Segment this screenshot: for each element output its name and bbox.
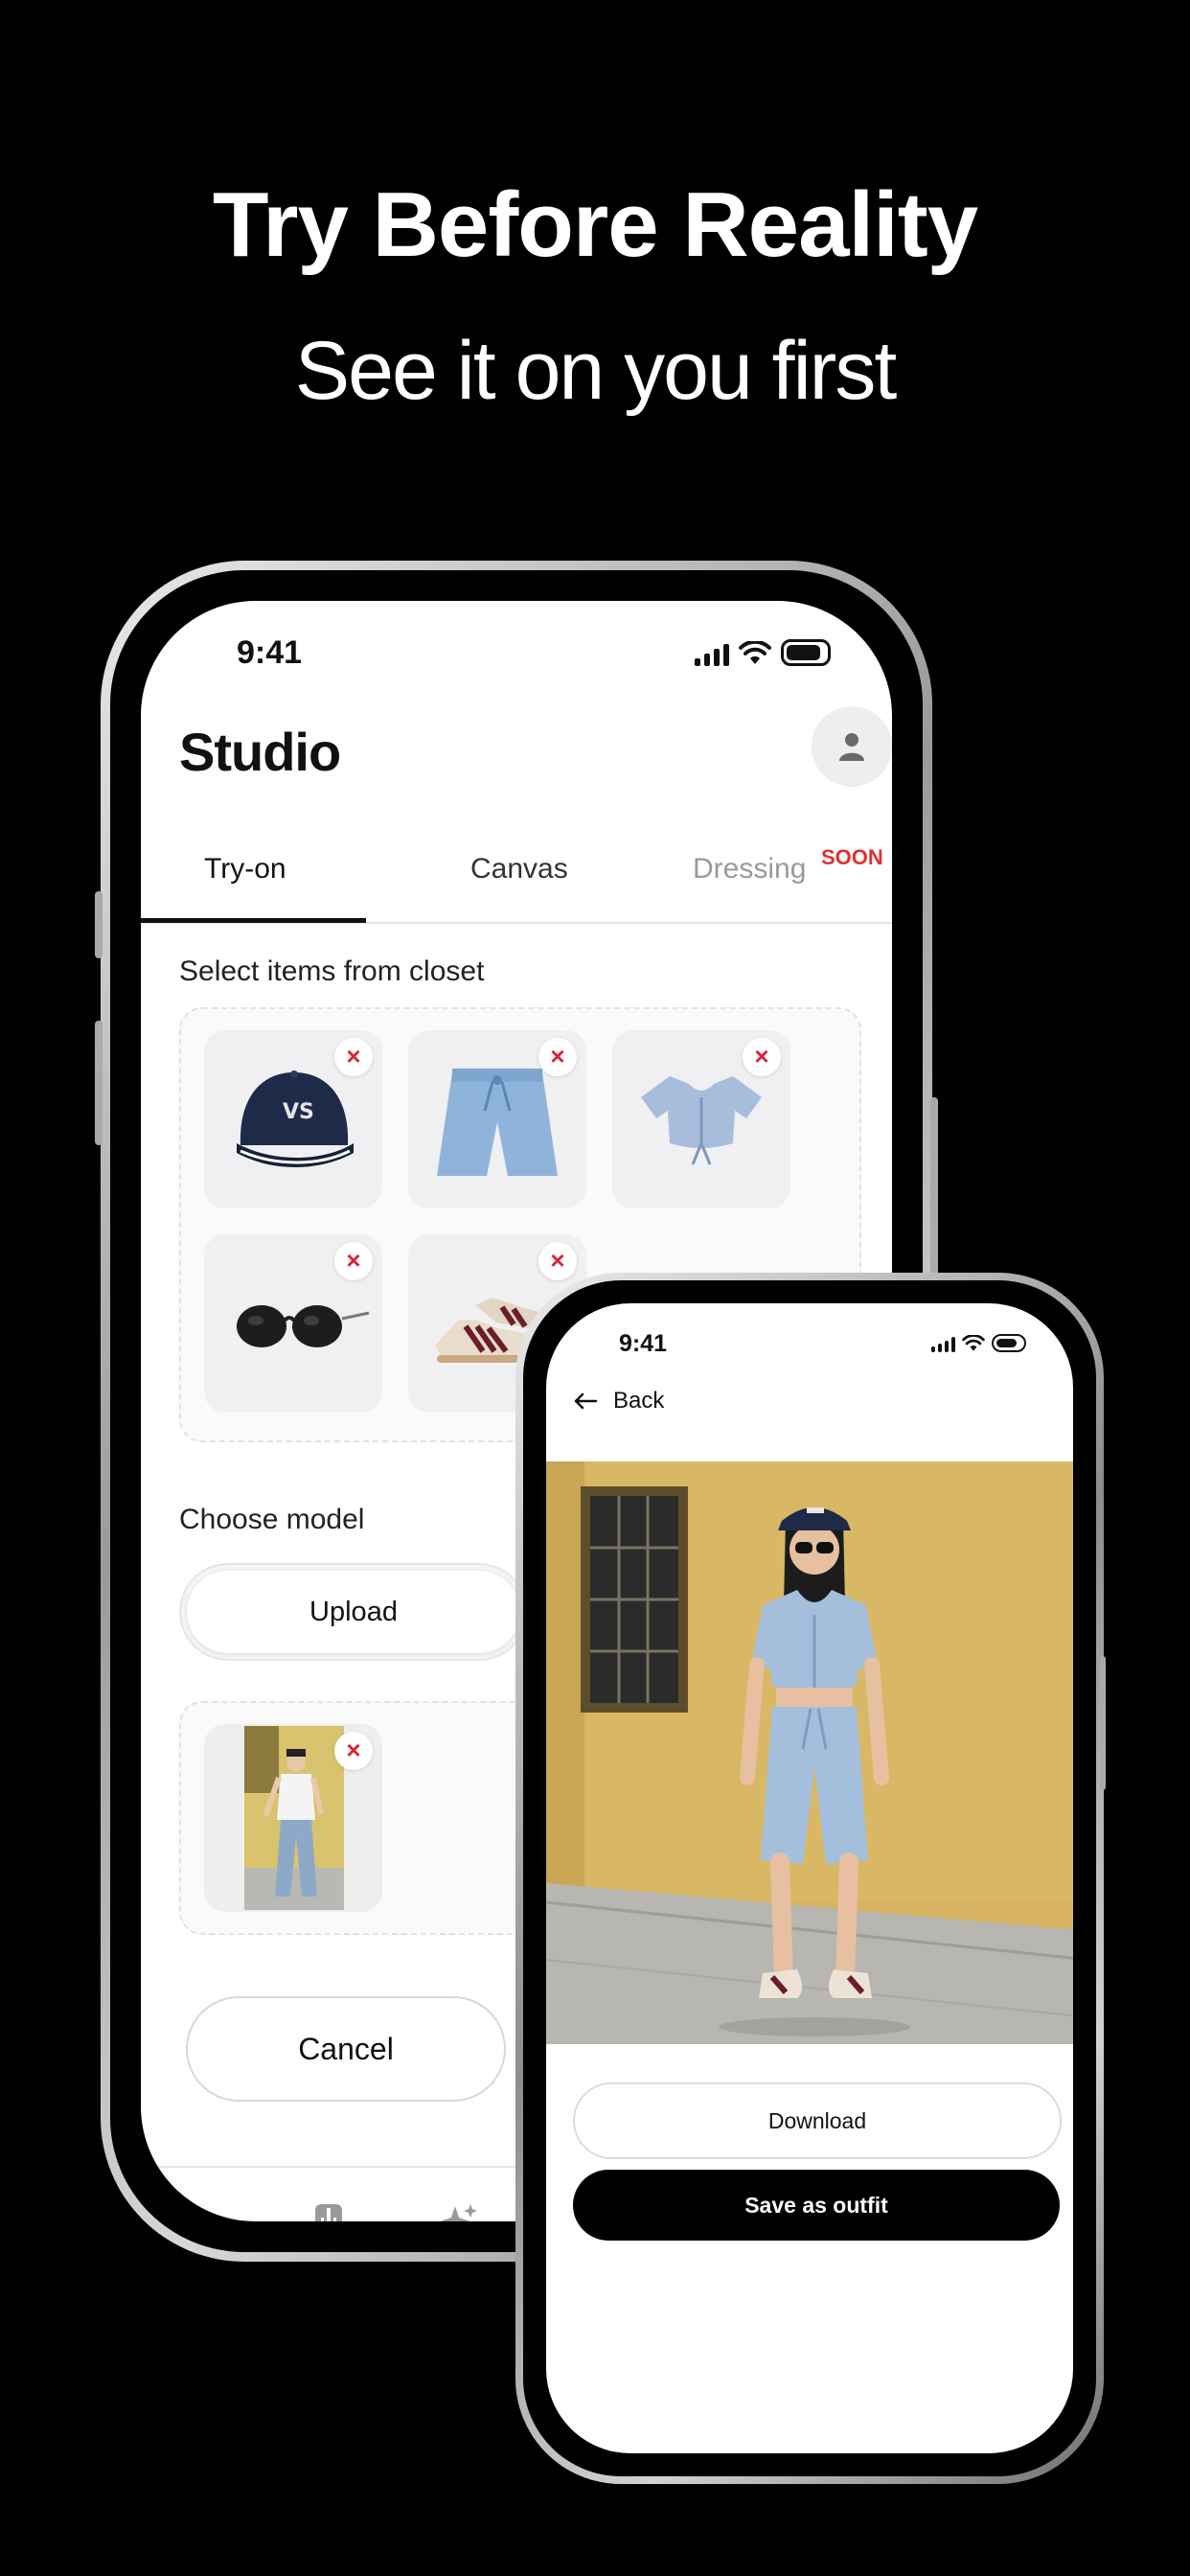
- status-time-2: 9:41: [619, 1330, 668, 1357]
- wifi-icon-2: [962, 1335, 985, 1351]
- battery-icon: [781, 639, 831, 666]
- svg-text:VS: VS: [283, 1100, 314, 1124]
- status-time: 9:41: [237, 634, 303, 671]
- tab-dressing[interactable]: Dressing: [693, 853, 806, 886]
- try-on-result-illustration: [546, 1461, 1073, 2044]
- try-on-result-image: [546, 1461, 1073, 2044]
- model-section-label: Choose model: [179, 1504, 365, 1535]
- home-icon[interactable]: [181, 2204, 219, 2221]
- power-button-2: [1100, 1656, 1106, 1790]
- status-icons: [695, 639, 831, 666]
- remove-shorts-button[interactable]: ×: [538, 1038, 577, 1076]
- back-button[interactable]: Back: [573, 1388, 664, 1414]
- status-icons-2: [931, 1334, 1026, 1352]
- cancel-button[interactable]: Cancel: [186, 1996, 506, 2102]
- back-label: Back: [613, 1388, 665, 1414]
- remove-model-button[interactable]: ×: [334, 1732, 373, 1770]
- mute-switch: [95, 891, 103, 958]
- wardrobe-icon[interactable]: [313, 2202, 344, 2221]
- soon-badge: SOON: [821, 845, 883, 869]
- upload-button[interactable]: Upload: [187, 1571, 520, 1653]
- hero-title: Try Before Reality: [212, 173, 978, 276]
- remove-cap-button[interactable]: ×: [334, 1038, 373, 1076]
- tab-canvas[interactable]: Canvas: [470, 853, 568, 886]
- signal-icon: [695, 644, 729, 666]
- tab-try-on[interactable]: Try-on: [204, 853, 286, 886]
- remove-crop-top-button[interactable]: ×: [743, 1038, 781, 1076]
- download-button[interactable]: Download: [573, 2082, 1062, 2159]
- arrow-left-icon: [574, 1392, 598, 1410]
- hero-subtitle: See it on you first: [294, 325, 897, 417]
- power-button: [930, 1097, 938, 1289]
- remove-sunglasses-button[interactable]: ×: [334, 1242, 373, 1280]
- result-screen: 9:41 Back Download Save as outfit: [546, 1303, 1073, 2453]
- page-title: Studio: [179, 722, 341, 782]
- upload-button-track: Upload: [179, 1563, 528, 1661]
- sparkle-icon[interactable]: [440, 2202, 478, 2221]
- tab-bar: Try-on Canvas Dressing SOON: [141, 826, 892, 924]
- result-phone: 9:41 Back Download Save as outfit: [515, 1273, 1106, 2484]
- save-outfit-button[interactable]: Save as outfit: [573, 2170, 1060, 2241]
- closet-section-label: Select items from closet: [179, 955, 485, 987]
- profile-button[interactable]: [812, 706, 892, 787]
- wifi-icon: [739, 641, 771, 664]
- user-icon: [839, 733, 864, 761]
- signal-icon-2: [931, 1337, 955, 1352]
- remove-sneakers-button[interactable]: ×: [538, 1242, 577, 1280]
- volume-up-button: [95, 1021, 103, 1145]
- active-tab-indicator: [141, 918, 366, 923]
- battery-icon-2: [992, 1334, 1026, 1352]
